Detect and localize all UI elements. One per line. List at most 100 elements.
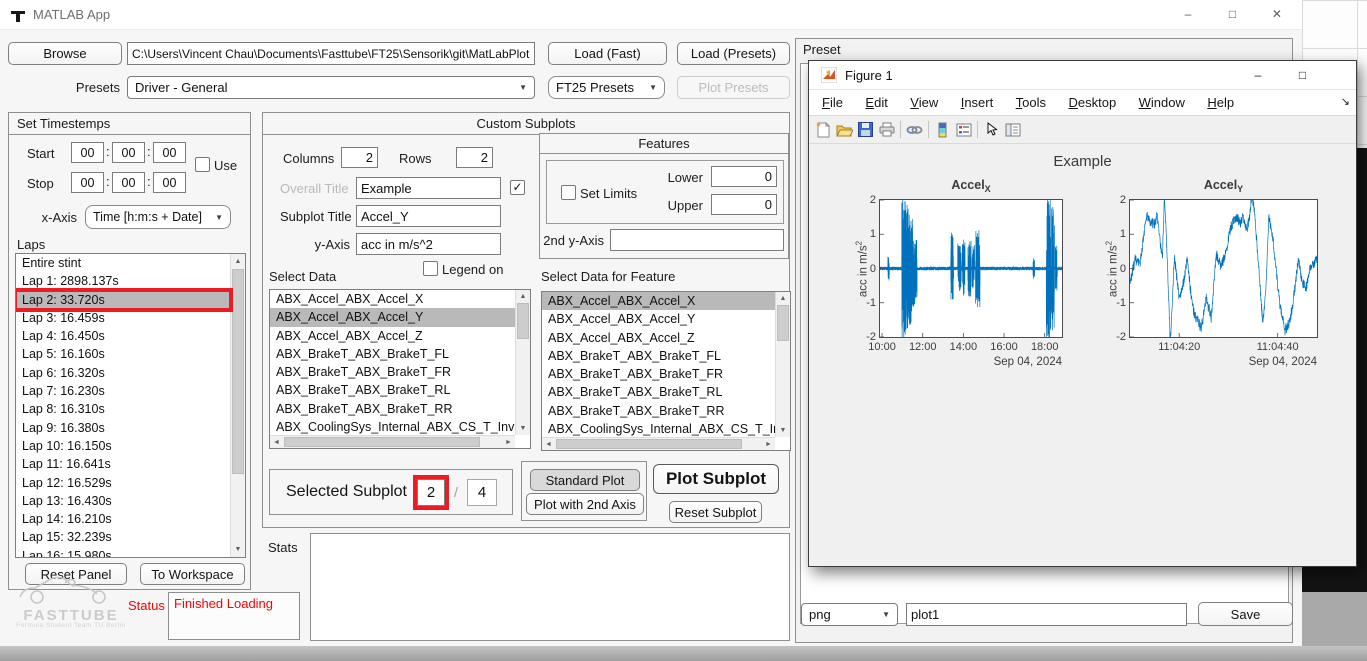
app-close-button[interactable]: ✕ [1257, 0, 1297, 28]
list-item[interactable]: Entire stint [16, 254, 230, 272]
presets-dropdown[interactable]: Driver - General ▼ [127, 76, 535, 99]
menu-view[interactable]: View [901, 90, 947, 115]
list-item[interactable]: Lap 4: 16.450s [16, 327, 230, 345]
save-button[interactable]: Save [1198, 602, 1293, 626]
xaxis-dropdown[interactable]: Time [h:m:s + Date] ▼ [85, 205, 231, 229]
insert-legend-icon[interactable] [953, 120, 974, 140]
list-item[interactable]: Lap 3: 16.459s [16, 309, 230, 327]
scroll-up-icon[interactable]: ▲ [516, 293, 530, 300]
figure-titlebar[interactable]: Figure 1 – □ ✕ [809, 61, 1356, 90]
list-item[interactable]: Lap 6: 16.320s [16, 364, 230, 382]
figure-minimize-button[interactable]: – [1238, 61, 1278, 89]
scrollbar-thumb[interactable] [556, 439, 742, 449]
stop-hour-input[interactable] [71, 172, 104, 193]
insert-colorbar-icon[interactable] [932, 120, 953, 140]
rows-input[interactable] [456, 147, 493, 168]
scrollbar-thumb[interactable] [777, 305, 789, 341]
laps-scrollbar[interactable]: ▲ ▼ [230, 254, 245, 557]
feature-vscrollbar[interactable]: ▲ ▼ [775, 292, 790, 437]
subplot-title-input[interactable] [356, 205, 501, 227]
menu-tools[interactable]: Tools [1007, 90, 1055, 115]
format-dropdown[interactable]: png ▼ [801, 603, 898, 626]
figure-maximize-button[interactable]: □ [1282, 61, 1322, 89]
list-item[interactable]: ABX_Accel_ABX_Accel_Z [270, 327, 515, 345]
list-item[interactable]: Lap 7: 16.230s [16, 382, 230, 400]
list-item[interactable]: ABX_Accel_ABX_Accel_Y [542, 310, 775, 328]
scrollbar-thumb[interactable] [284, 437, 480, 447]
start-hour-input[interactable] [71, 142, 104, 163]
reset-subplot-button[interactable]: Reset Subplot [669, 501, 762, 523]
overall-title-checkbox[interactable]: ✓ [510, 180, 525, 195]
axes-accel-y[interactable]: AccelY acc in m/s2 Sep 04, 2024 11:04:20… [1129, 199, 1318, 338]
scroll-down-icon[interactable]: ▼ [231, 546, 245, 553]
browse-button[interactable]: Browse [8, 42, 122, 65]
list-item[interactable]: Lap 12: 16.529s [16, 474, 230, 492]
list-item[interactable]: Lap 11: 16.641s [16, 455, 230, 473]
list-item[interactable]: ABX_Accel_ABX_Accel_X [542, 292, 775, 310]
link-plot-icon[interactable] [904, 120, 925, 140]
list-item[interactable]: Lap 13: 16.430s [16, 492, 230, 510]
dock-arrow-icon[interactable]: ↘ [1341, 95, 1350, 108]
to-workspace-button[interactable]: To Workspace [140, 563, 245, 585]
plot-subplot-button[interactable]: Plot Subplot [653, 464, 779, 494]
file-path-input[interactable] [127, 42, 535, 65]
list-item[interactable]: ABX_BrakeT_ABX_BrakeT_FL [270, 345, 515, 363]
select-data-list[interactable]: ▲ ▼ ◄ ► ABX_Accel_ABX_Accel_XABX_Accel_A… [269, 289, 531, 449]
list-item[interactable]: ABX_BrakeT_ABX_BrakeT_FR [270, 363, 515, 381]
scroll-down-icon[interactable]: ▼ [776, 427, 790, 434]
filename-input[interactable] [906, 603, 1187, 626]
menu-help[interactable]: Help [1198, 90, 1243, 115]
list-item[interactable]: ABX_BrakeT_ABX_BrakeT_FR [542, 365, 775, 383]
yaxis-input[interactable] [356, 233, 501, 255]
columns-input[interactable] [341, 147, 378, 168]
standard-plot-button[interactable]: Standard Plot [530, 469, 640, 491]
list-item[interactable]: Lap 5: 16.160s [16, 345, 230, 363]
list-item[interactable]: Lap 15: 32.239s [16, 528, 230, 546]
save-figure-icon[interactable] [855, 120, 876, 140]
list-item[interactable]: ABX_Accel_ABX_Accel_X [270, 290, 515, 308]
set-limits-checkbox[interactable] [561, 185, 576, 200]
legend-checkbox[interactable] [423, 261, 438, 276]
list-item[interactable]: ABX_BrakeT_ABX_BrakeT_RR [542, 402, 775, 420]
menu-edit[interactable]: Edit [856, 90, 896, 115]
scroll-up-icon[interactable]: ▲ [776, 295, 790, 302]
list-item[interactable]: Lap 1: 2898.137s [16, 272, 230, 290]
list-item[interactable]: Lap 10: 16.150s [16, 437, 230, 455]
plot-presets-button[interactable]: Plot Presets [677, 76, 790, 99]
select-data-vscrollbar[interactable]: ▲ ▼ [515, 290, 530, 435]
menu-window[interactable]: Window [1130, 90, 1194, 115]
start-minute-input[interactable] [112, 142, 145, 163]
scroll-left-icon[interactable]: ◄ [270, 436, 283, 448]
plot-with-2nd-axis-button[interactable]: Plot with 2nd Axis [526, 493, 644, 515]
axes-accel-x[interactable]: AccelX acc in m/s2 Sep 04, 2024 10:0012:… [879, 199, 1063, 338]
scroll-down-icon[interactable]: ▼ [516, 425, 530, 432]
list-item[interactable]: ABX_BrakeT_ABX_BrakeT_FL [542, 347, 775, 365]
scroll-up-icon[interactable]: ▲ [231, 258, 245, 265]
lower-input[interactable] [711, 166, 777, 187]
laps-list[interactable]: ▲ ▼ Entire stintLap 1: 2898.137sLap 2: 3… [15, 253, 246, 558]
edit-plot-icon[interactable] [981, 120, 1002, 140]
list-item[interactable]: Lap 16: 15.980s [16, 547, 230, 558]
upper-input[interactable] [711, 194, 777, 215]
list-item[interactable]: ABX_BrakeT_ABX_BrakeT_RL [542, 383, 775, 401]
new-figure-icon[interactable] [813, 120, 834, 140]
load-presets-button[interactable]: Load (Presets) [677, 42, 790, 65]
second-yaxis-input[interactable] [610, 229, 784, 251]
list-item[interactable]: ABX_Accel_ABX_Accel_Z [542, 329, 775, 347]
use-checkbox[interactable] [195, 157, 210, 172]
menu-file[interactable]: File [813, 90, 852, 115]
list-item[interactable]: ABX_CoolingSys_Internal_ABX_CS_T_InvL [270, 418, 515, 436]
list-item[interactable]: Lap 14: 16.210s [16, 510, 230, 528]
open-file-icon[interactable] [834, 120, 855, 140]
list-item[interactable]: Lap 2: 33.720s [16, 291, 230, 309]
start-second-input[interactable] [153, 142, 186, 163]
property-inspector-icon[interactable] [1002, 120, 1023, 140]
menu-insert[interactable]: Insert [952, 90, 1003, 115]
print-figure-icon[interactable] [876, 120, 897, 140]
scrollbar-thumb[interactable] [232, 269, 244, 474]
stop-second-input[interactable] [153, 172, 186, 193]
scrollbar-thumb[interactable] [517, 303, 529, 339]
ft25-presets-dropdown[interactable]: FT25 Presets ▼ [548, 76, 665, 99]
stop-minute-input[interactable] [112, 172, 145, 193]
list-item[interactable]: ABX_CoolingSys_Internal_ABX_CS_T_InvL [542, 420, 775, 438]
